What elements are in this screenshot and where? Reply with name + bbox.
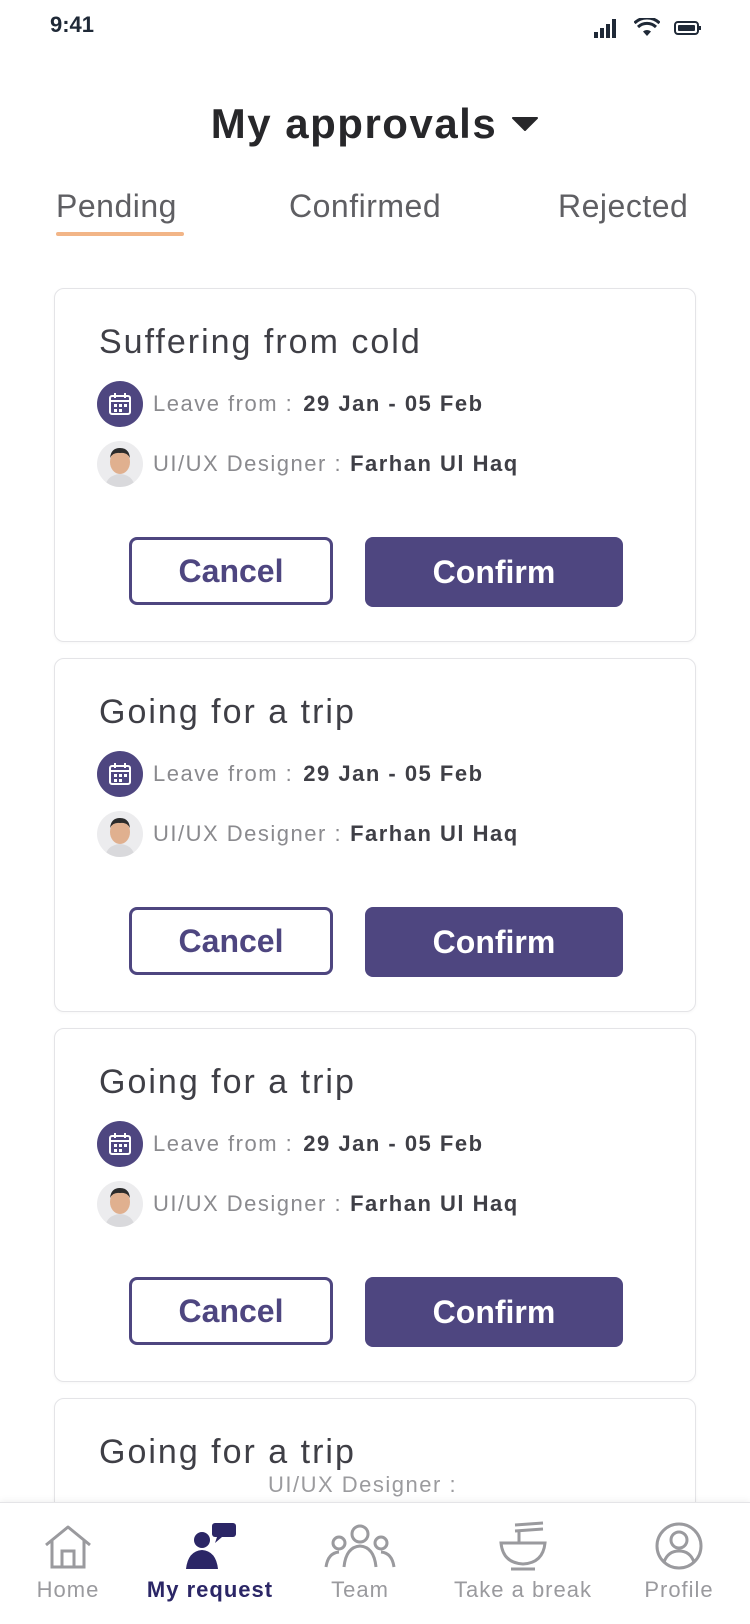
card-title: Going for a trip [99,1063,356,1101]
leave-from-label: Leave from : [153,761,294,786]
status-bar: 9:41 [0,0,750,56]
leave-date-row: Leave from : 29 Jan - 05 Feb [97,381,484,427]
role-label: UI/UX Designer : [153,451,343,476]
confirm-button[interactable]: Confirm [365,907,623,977]
approval-tabs: Pending Confirmed Rejected [0,188,750,240]
status-icons [594,18,702,38]
nav-label: My request [146,1577,274,1602]
profile-icon [654,1519,704,1571]
confirm-button[interactable]: Confirm [365,1277,623,1347]
card-title: Going for a trip [99,693,356,731]
team-icon [323,1519,397,1571]
calendar-icon [97,1121,143,1167]
leave-dates: 29 Jan - 05 Feb [303,1131,484,1156]
nav-take-a-break[interactable]: Take a break [442,1519,604,1603]
nav-my-request[interactable]: My request [140,1519,280,1603]
requester-row: UI/UX Designer : Farhan Ul Haq [97,441,519,487]
role-label: UI/UX Designer : [153,1191,343,1216]
requester-row: UI/UX Designer : Farhan Ul Haq [97,811,519,857]
avatar [97,1181,143,1227]
approvals-dropdown[interactable]: My approvals [211,100,539,148]
card-title: Going for a trip [99,1433,356,1471]
nav-home[interactable]: Home [30,1519,106,1603]
requester-name: Farhan Ul Haq [350,451,519,476]
leave-date-row: Leave from : 29 Jan - 05 Feb [97,1121,484,1167]
tab-confirmed[interactable]: Confirmed [289,188,441,225]
chat-person-icon [180,1519,240,1571]
role-label: UI/UX Designer : [268,1472,458,1497]
leave-from-label: Leave from : [153,391,294,416]
page-title: My approvals [210,100,498,147]
nav-label: Take a break [454,1577,592,1602]
role-label: UI/UX Designer : [153,821,343,846]
tab-rejected[interactable]: Rejected [558,188,688,225]
wifi-icon [634,18,660,36]
leave-dates: 29 Jan - 05 Feb [303,391,484,416]
battery-icon [674,21,701,35]
active-tab-indicator [56,232,184,236]
bottom-nav: Home My request Team Take a break Profil… [0,1502,750,1624]
leave-dates: 29 Jan - 05 Feb [303,761,484,786]
nav-label: Team [331,1577,389,1602]
approval-card: Suffering from cold Leave from : 29 Jan … [54,288,696,642]
nav-profile[interactable]: Profile [634,1519,724,1603]
calendar-icon [97,751,143,797]
requester-name: Farhan Ul Haq [350,1191,519,1216]
nav-team[interactable]: Team [320,1519,400,1603]
cancel-button[interactable]: Cancel [129,907,333,975]
nav-label: Profile [644,1577,714,1602]
requester-row: UI/UX Designer : Farhan Ul Haq [97,1181,519,1227]
requester-name: Farhan Ul Haq [350,821,519,846]
approval-card: Going for a trip Leave from : 29 Jan - 0… [54,658,696,1012]
card-title: Suffering from cold [99,323,422,361]
avatar [97,441,143,487]
calendar-icon [97,381,143,427]
header: My approvals [0,100,750,148]
leave-date-row: Leave from : 29 Jan - 05 Feb [97,751,484,797]
home-icon [40,1519,96,1571]
leave-from-label: Leave from : [153,1131,294,1156]
approval-card: Going for a trip Leave from : 29 Jan - 0… [54,1028,696,1382]
confirm-button[interactable]: Confirm [365,537,623,607]
nav-label: Home [36,1577,100,1602]
tab-pending[interactable]: Pending [56,188,177,225]
signal-icon [594,19,616,38]
avatar [97,811,143,857]
cancel-button[interactable]: Cancel [129,537,333,605]
status-time: 9:41 [50,12,95,37]
caret-down-icon [512,117,539,131]
cancel-button[interactable]: Cancel [129,1277,333,1345]
noodle-bowl-icon [497,1519,549,1571]
